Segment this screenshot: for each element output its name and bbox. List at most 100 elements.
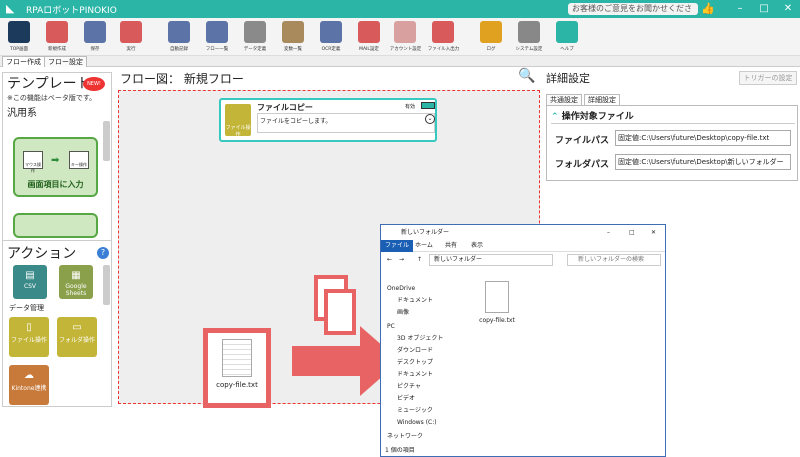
ocr-definition-button[interactable]: OCR定義 [314, 21, 348, 52]
file-path-label: ファイルパス [555, 136, 610, 146]
minimize-button[interactable]: – [728, 0, 752, 18]
run-button[interactable]: 実行 [114, 21, 148, 52]
minimize-button[interactable]: – [607, 225, 610, 240]
file-path-field[interactable]: 固定値:C:\Users\future\Desktop\copy-file.tx… [615, 130, 791, 146]
template-card-label: 画面項目に入力 [27, 180, 84, 189]
maximize-button[interactable]: □ [629, 225, 635, 240]
new-button[interactable]: 新規作成 [40, 21, 74, 52]
folder-path-field[interactable]: 固定値:C:\Users\future\Desktop\新しいフォルダー [615, 154, 791, 170]
source-file: copy-file.txt [203, 328, 271, 408]
nav-item[interactable]: 画像 [397, 308, 409, 318]
variable-list-button[interactable]: 変数一覧 [276, 21, 310, 52]
search-icon[interactable]: 🔍 [518, 68, 535, 84]
chevron-down-icon[interactable]: ⌄ [425, 114, 435, 124]
new-file-icon [46, 21, 68, 43]
explorer-file-label: copy-file.txt [479, 317, 515, 324]
nav-item[interactable]: 3D オブジェクト [397, 334, 443, 344]
search-input[interactable]: 新しいフォルダーの検索 [567, 254, 661, 266]
file-operation-icon: ファイル操作 [225, 104, 251, 138]
system-settings-button[interactable]: システム設定 [512, 21, 546, 52]
template-scrollbar[interactable] [103, 121, 110, 161]
action-scrollbar[interactable] [103, 265, 110, 305]
box-icon [282, 21, 304, 43]
node-title: ファイルコピー [257, 103, 313, 112]
thumbs-icon[interactable]: 👍 [701, 2, 721, 16]
toolbar: TOP画面 新規作成 保存 実行 自動記録 フロー一覧 データ定義 変数一覧 O… [0, 18, 800, 56]
node-toggle[interactable] [421, 102, 435, 109]
auto-record-button[interactable]: 自動記録 [162, 21, 196, 52]
new-badge: NEW! [83, 77, 105, 91]
forward-icon[interactable]: → [399, 252, 404, 268]
mail-settings-button[interactable]: MAIL設定 [352, 21, 386, 52]
nav-item[interactable]: デスクトップ [397, 358, 433, 368]
arrow-right-icon: ➡ [51, 155, 60, 166]
save-button[interactable]: 保存 [78, 21, 112, 52]
template-card-2[interactable] [13, 213, 98, 238]
keyboard-icon: キー操作 [69, 151, 89, 169]
help-button[interactable]: ヘルプ [550, 21, 584, 52]
nav-item[interactable]: OneDrive [387, 284, 415, 294]
google-sheets-tile[interactable]: ▦ Google Sheets [59, 265, 93, 299]
list-icon [206, 21, 228, 43]
nav-item[interactable]: ミュージック [397, 406, 433, 416]
log-button[interactable]: ログ [474, 21, 508, 52]
account-settings-button[interactable]: アカウント設定 [388, 21, 422, 52]
ribbon-tab-file[interactable]: ファイル [381, 240, 414, 252]
nav-item[interactable]: ネットワーク [387, 432, 423, 442]
save-icon [84, 21, 106, 43]
detail-title: 詳細設定 [546, 72, 590, 85]
file-io-button[interactable]: ファイル入出力 [426, 21, 460, 52]
action-title: アクション [7, 246, 77, 262]
close-button[interactable]: ✕ [776, 0, 800, 18]
nav-item[interactable]: PC [387, 322, 395, 332]
address-bar[interactable]: 新しいフォルダー [429, 254, 553, 266]
log-icon [480, 21, 502, 43]
trigger-button[interactable]: トリガーの設定 [739, 71, 797, 85]
nav-item[interactable]: Windows (C:) [397, 418, 437, 428]
cloud-icon: ☁ [24, 370, 34, 381]
section-header[interactable]: ⌃ 操作対象ファイル [551, 110, 795, 124]
tab-detail-settings[interactable]: 詳細設定 [584, 94, 620, 105]
target-file-section: ⌃ 操作対象ファイル ファイルパス 固定値:C:\Users\future\De… [546, 105, 798, 181]
chevron-up-icon: ⌃ [551, 112, 562, 122]
nav-item[interactable]: ドキュメント [397, 370, 433, 380]
explorer-title: 新しいフォルダー [401, 229, 450, 236]
category-label: 汎用系 [7, 108, 37, 119]
nav-item[interactable]: ダウンロード [397, 346, 433, 356]
nav-item[interactable]: ドキュメント [397, 296, 433, 306]
tab-common-settings[interactable]: 共通設定 [546, 94, 582, 105]
back-icon[interactable]: ← [387, 252, 392, 268]
document-icon: ▯ [26, 322, 32, 333]
source-file-label: copy-file.txt [216, 381, 258, 389]
folder-path-label: フォルダパス [555, 160, 610, 170]
data-definition-button[interactable]: データ定義 [238, 21, 272, 52]
help-icon[interactable]: ? [97, 247, 109, 259]
top-screen-button[interactable]: TOP画面 [2, 21, 36, 52]
ribbon-tab-home[interactable]: ホーム [411, 240, 437, 252]
template-card[interactable]: マウス操作 ➡ キー操作 画面項目に入力 [13, 137, 98, 197]
feedback-link[interactable]: お客様のご意見をお聞かせください [568, 3, 698, 25]
gear-icon [518, 21, 540, 43]
maximize-button[interactable]: □ [752, 0, 776, 18]
tab-flow-settings[interactable]: フロー設定 [44, 56, 87, 67]
account-icon [394, 21, 416, 43]
app-title: RPAロボットPINOKIO [26, 5, 117, 16]
tab-flow-create[interactable]: フロー作成 [2, 56, 45, 67]
nav-item[interactable]: ピクチャ [397, 382, 421, 392]
ribbon-tab-share[interactable]: 共有 [441, 240, 461, 252]
kintone-tile[interactable]: ☁ Kintone連携 [9, 365, 49, 405]
file-operation-tile[interactable]: ▯ ファイル操作 [9, 317, 49, 357]
csv-icon: ▤ [25, 270, 35, 281]
flow-title: フロー図： 新規フロー [120, 72, 244, 86]
nav-item[interactable]: ビデオ [397, 394, 415, 404]
close-button[interactable]: ✕ [651, 225, 656, 240]
title-bar: ◣ RPAロボットPINOKIO お客様のご意見をお聞かせください 👍 – □ … [0, 0, 800, 25]
run-icon [120, 21, 142, 43]
up-icon[interactable]: ↑ [417, 252, 422, 268]
flow-node-file-copy[interactable]: ファイル操作 ファイルコピー 有効 ファイルをコピーします。 ⌄ [219, 98, 437, 142]
csv-tile[interactable]: ▤ CSV [13, 265, 47, 299]
flow-list-button[interactable]: フロー一覧 [200, 21, 234, 52]
folder-operation-tile[interactable]: ▭ フォルダ操作 [57, 317, 97, 357]
explorer-file[interactable]: copy-file.txt [477, 281, 517, 324]
ribbon-tab-view[interactable]: 表示 [467, 240, 487, 252]
